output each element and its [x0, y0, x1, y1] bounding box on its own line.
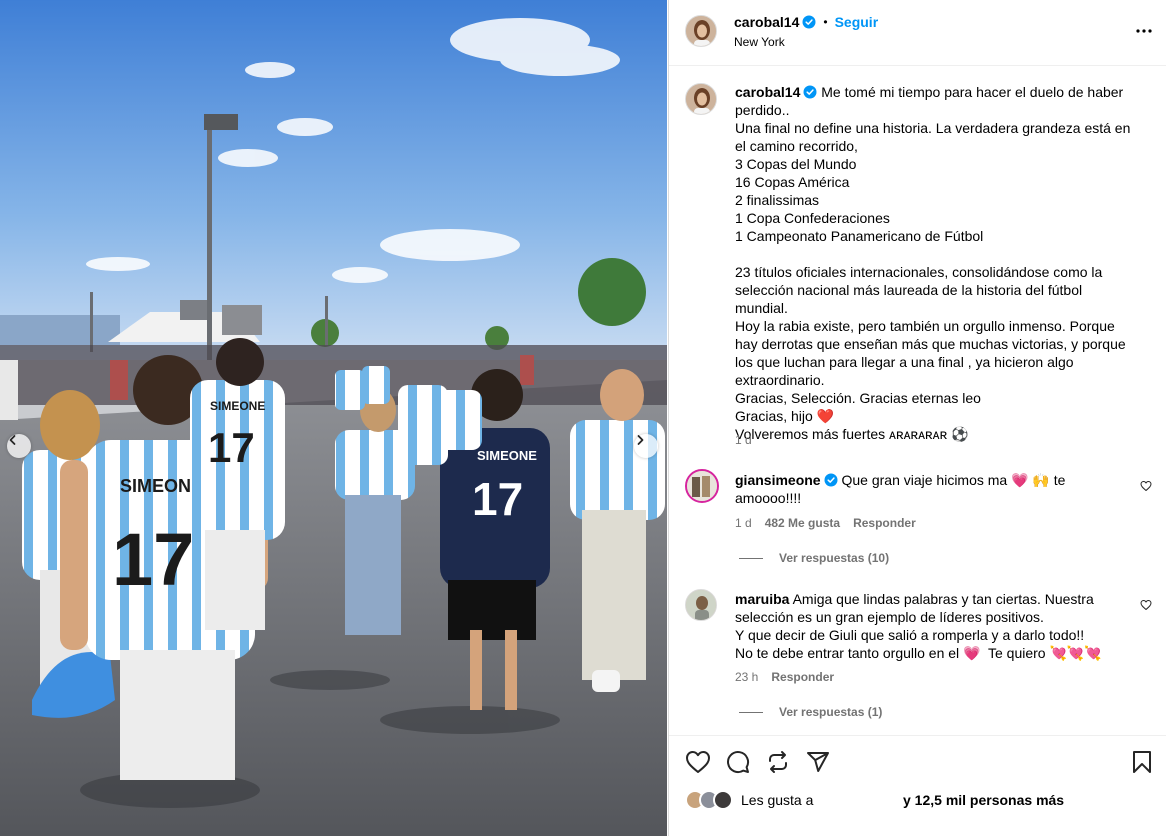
caption-meta: 1 d: [735, 433, 752, 447]
author-avatar[interactable]: [685, 15, 717, 47]
comment-like-button[interactable]: [1140, 479, 1152, 497]
caption-text: Me tomé mi tiempo para hacer el duelo de…: [735, 84, 1131, 442]
separator-dot: •: [823, 15, 828, 29]
comments-section[interactable]: carobal14 Me tomé mi tiempo para hacer e…: [669, 67, 1166, 735]
post-location[interactable]: New York: [734, 35, 785, 49]
svg-text:SIMEONE: SIMEONE: [210, 399, 265, 413]
heart-icon: [1140, 481, 1152, 491]
more-options-icon: [1136, 29, 1152, 33]
caption-author-avatar[interactable]: [685, 83, 717, 115]
comment-like-button[interactable]: [1140, 598, 1152, 616]
comment-button[interactable]: [726, 750, 750, 779]
chevron-right-icon: [637, 435, 644, 445]
svg-text:17: 17: [208, 424, 255, 471]
send-icon: [807, 752, 829, 772]
follow-button[interactable]: Seguir: [835, 14, 879, 30]
comment-avatar[interactable]: [685, 589, 717, 621]
view-replies-button[interactable]: Ver respuestas (1): [739, 705, 882, 719]
svg-text:SIMEONE: SIMEONE: [477, 448, 537, 463]
send-button[interactable]: [806, 750, 830, 779]
replies-divider: [739, 711, 763, 713]
likes-summary[interactable]: Les gusta a y 12,5 mil personas más: [685, 790, 1064, 810]
comment: giansimeone Que gran viaje hicimos ma 💗 …: [735, 471, 1115, 507]
carousel-prev-button[interactable]: [7, 434, 31, 458]
caption: carobal14 Me tomé mi tiempo para hacer e…: [735, 83, 1135, 443]
reply-button[interactable]: Responder: [853, 516, 916, 530]
comment-avatar-image: [686, 590, 716, 620]
comment-username[interactable]: giansimeone: [735, 472, 821, 488]
comment-text: Amiga que lindas palabras y tan ciertas.…: [735, 591, 1102, 661]
view-replies-button[interactable]: Ver respuestas (10): [739, 551, 889, 565]
comment: maruiba Amiga que lindas palabras y tan …: [735, 590, 1115, 662]
caption-time[interactable]: 1 d: [735, 433, 752, 447]
svg-text:17: 17: [112, 518, 194, 601]
reply-button[interactable]: Responder: [771, 670, 834, 684]
comment-meta: 23 h Responder: [735, 670, 834, 684]
author-username[interactable]: carobal14: [734, 14, 799, 30]
chevron-left-icon: [9, 435, 16, 445]
likes-prefix: Les gusta a: [741, 792, 814, 808]
verified-badge-icon: [803, 85, 817, 99]
caption-username[interactable]: carobal14: [735, 84, 800, 100]
caption-avatar-image: [686, 84, 716, 114]
comment-likes[interactable]: 482 Me gusta: [765, 516, 840, 530]
verified-badge-icon: [824, 473, 838, 487]
svg-text:17: 17: [472, 473, 523, 525]
replies-divider: [739, 557, 763, 559]
heart-icon: [1140, 600, 1152, 610]
author-avatar-image: [686, 16, 716, 46]
verified-badge-icon: [802, 15, 816, 29]
comment-username[interactable]: maruiba: [735, 591, 789, 607]
repost-button[interactable]: [766, 750, 790, 779]
comment-avatar[interactable]: [685, 469, 719, 503]
carousel-next-button[interactable]: [634, 434, 658, 458]
post-details-panel: carobal14 • Seguir New York carobal14 Me…: [668, 0, 1166, 836]
heart-icon: [686, 751, 710, 773]
repost-icon: [769, 751, 787, 773]
post-photo: SIMEONE 17 SIMEONE 17 SIMEONE 17: [0, 0, 667, 836]
view-replies-label: Ver respuestas (10): [779, 551, 890, 565]
comment-meta: 1 d 482 Me gusta Responder: [735, 516, 916, 530]
bookmark-icon: [1133, 751, 1151, 773]
liker-avatar: [713, 790, 733, 810]
post-actions-bar: Les gusta a y 12,5 mil personas más: [669, 735, 1166, 836]
comment-time[interactable]: 23 h: [735, 670, 758, 684]
comment-avatar-image: [687, 471, 717, 501]
post-header: carobal14 • Seguir New York: [669, 0, 1166, 66]
like-button[interactable]: [685, 750, 711, 779]
post-media[interactable]: SIMEONE 17 SIMEONE 17 SIMEONE 17: [0, 0, 667, 836]
view-replies-label: Ver respuestas (1): [779, 705, 883, 719]
comment-icon: [727, 751, 750, 774]
save-button[interactable]: [1131, 750, 1153, 779]
more-options-button[interactable]: [1135, 22, 1153, 45]
author-line: carobal14 • Seguir: [734, 14, 878, 30]
likes-count[interactable]: y 12,5 mil personas más: [903, 792, 1064, 808]
comment-time[interactable]: 1 d: [735, 516, 752, 530]
